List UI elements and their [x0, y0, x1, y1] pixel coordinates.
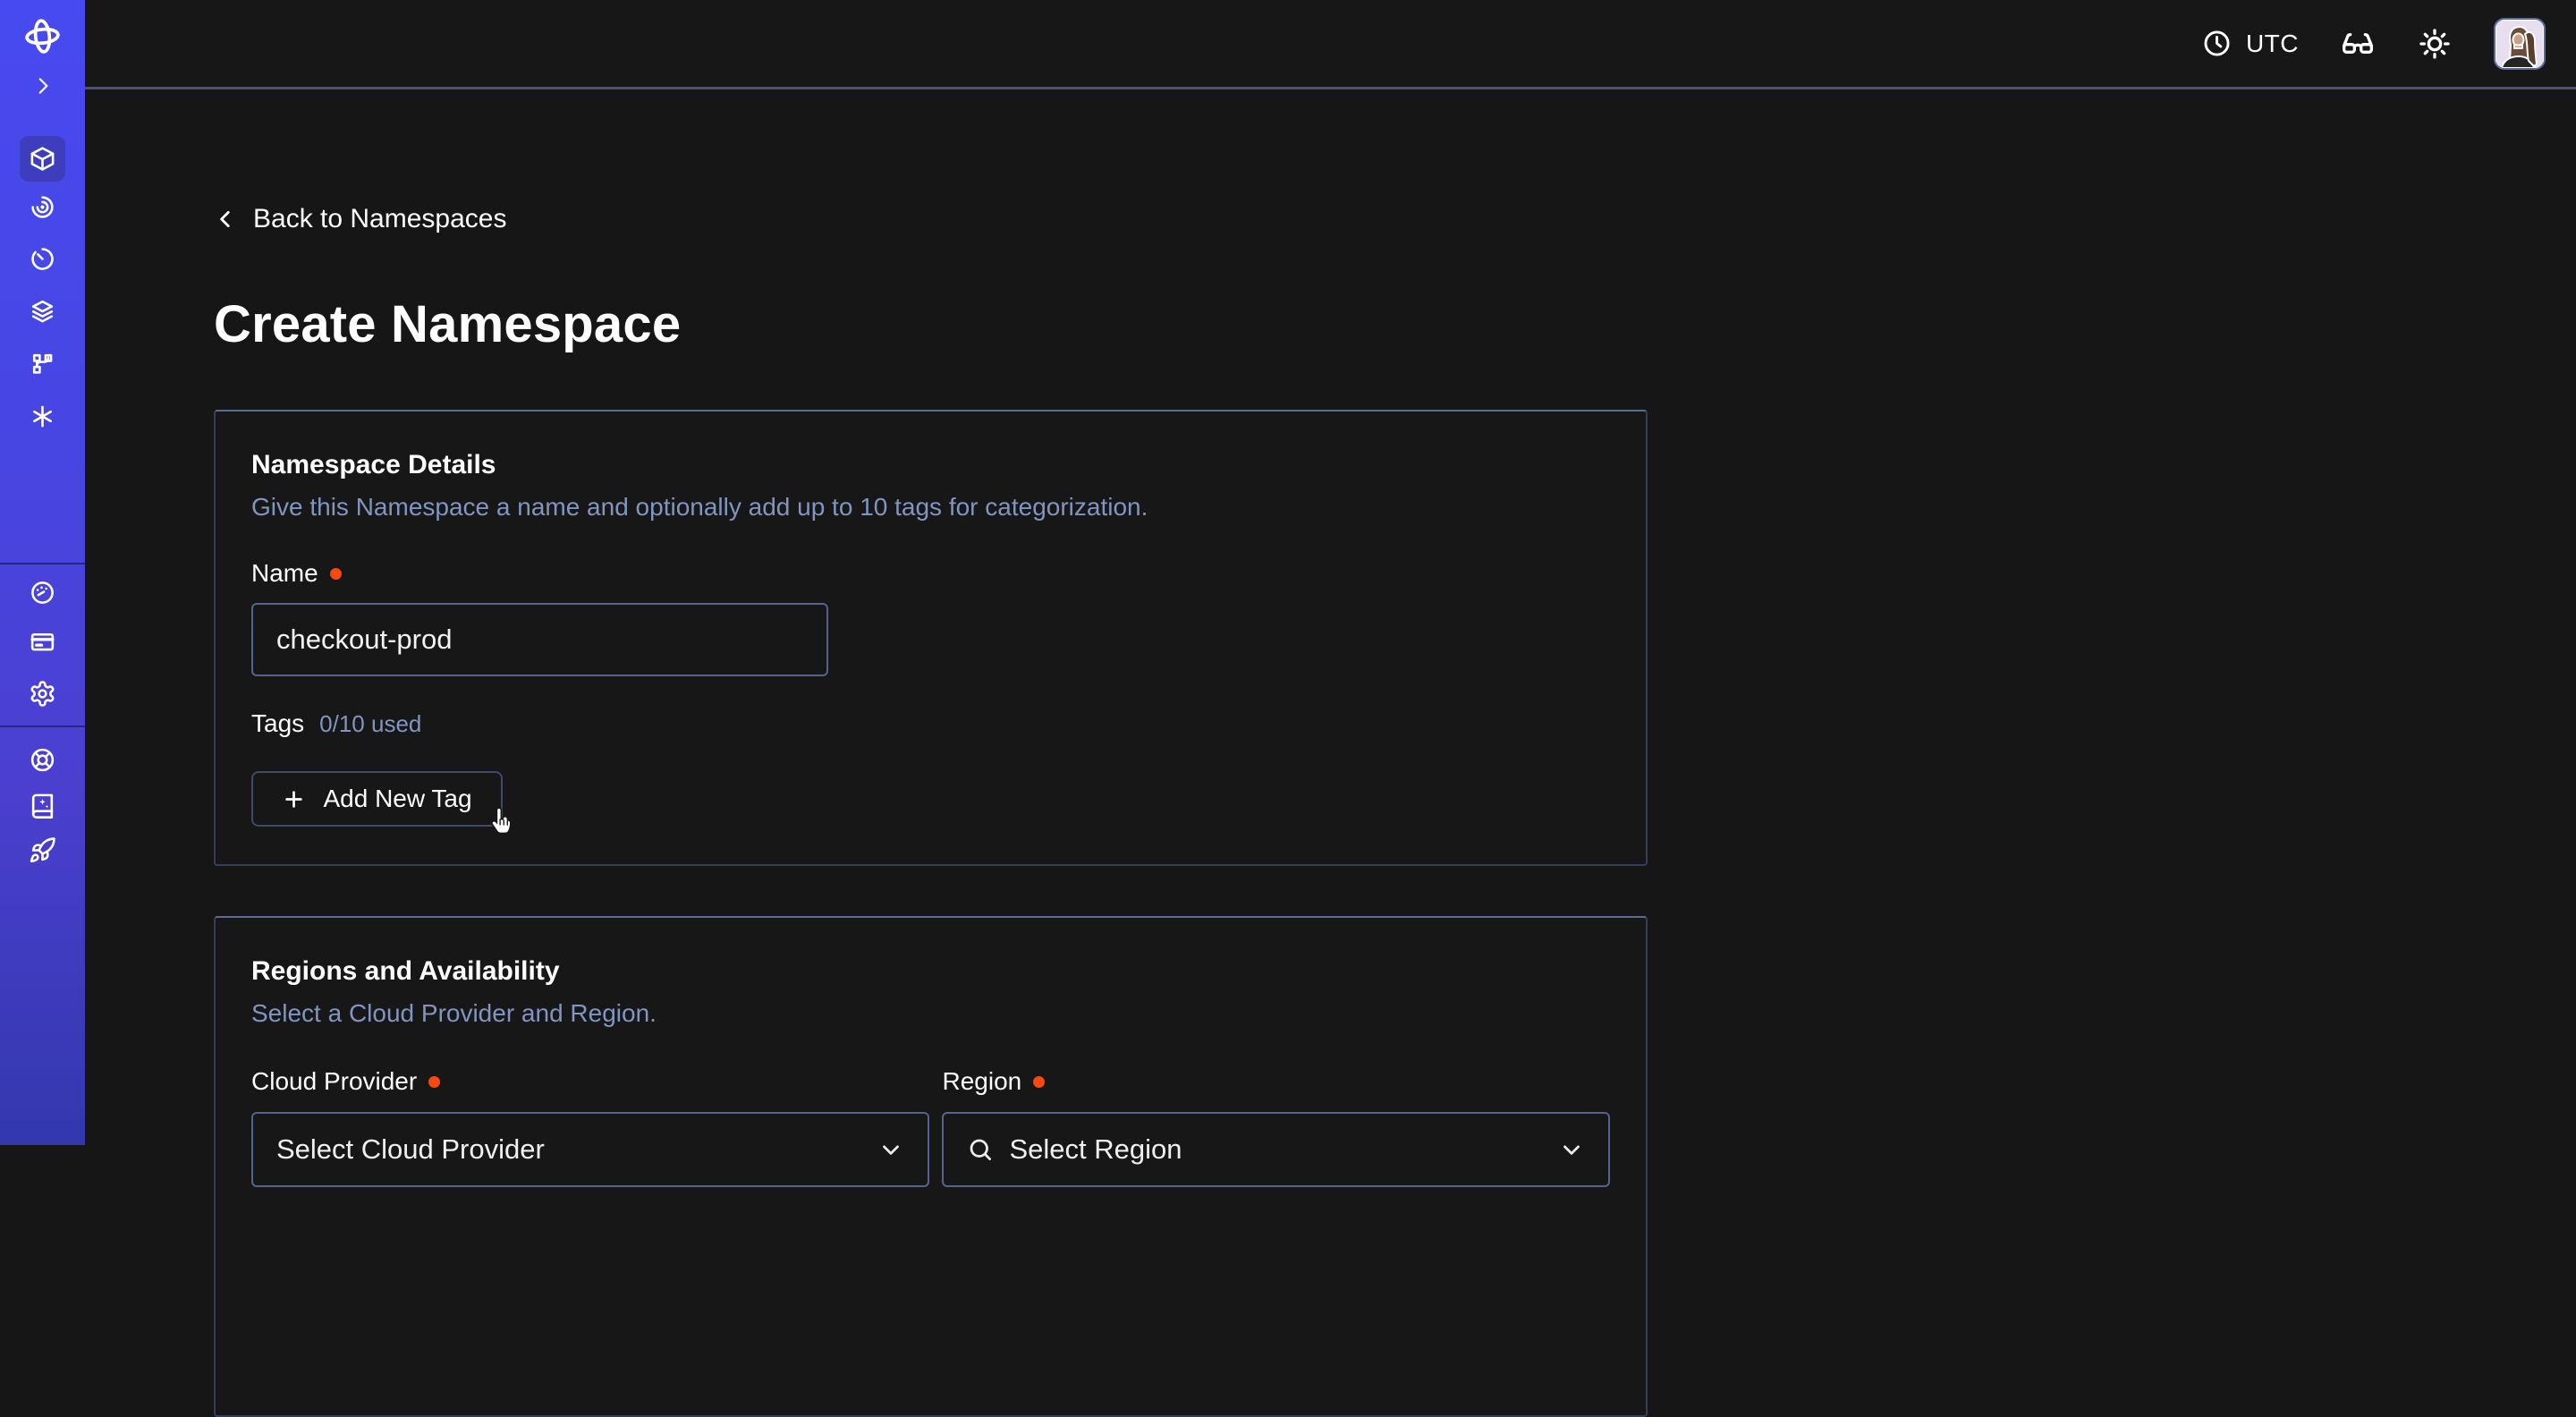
- region-select[interactable]: Select Region: [942, 1112, 1610, 1187]
- settings-gear-icon: [29, 680, 56, 708]
- sidebar-item-settings[interactable]: [0, 670, 85, 717]
- cloud-provider-label-row: Cloud Provider: [251, 1066, 929, 1097]
- temporal-logo-icon: [22, 16, 63, 56]
- card-title: Regions and Availability: [251, 955, 1610, 988]
- cloud-provider-select[interactable]: Select Cloud Provider: [251, 1112, 929, 1187]
- add-new-tag-label: Add New Tag: [323, 785, 471, 813]
- chevron-down-icon: [877, 1136, 904, 1163]
- required-dot: [428, 1076, 440, 1088]
- search-icon: [967, 1136, 994, 1163]
- sidebar-item-namespaces[interactable]: [20, 136, 65, 182]
- timezone-selector[interactable]: UTC: [2201, 28, 2299, 59]
- tags-label: Tags: [251, 708, 304, 739]
- billing-card-icon: [29, 628, 56, 656]
- usage-gauge-icon: [29, 579, 56, 607]
- name-field-label-row: Name: [251, 558, 1610, 589]
- tags-counter: 0/10 used: [319, 710, 421, 738]
- name-field-label: Name: [251, 558, 318, 589]
- regions-availability-card: Regions and Availability Select a Cloud …: [214, 916, 1648, 1417]
- chevron-right-icon: [31, 74, 55, 98]
- accessibility-toggle[interactable]: [2340, 26, 2376, 62]
- layers-icon: [29, 298, 56, 326]
- topbar: UTC: [85, 0, 2576, 89]
- cloud-provider-field: Cloud Provider Select Cloud Provider: [251, 1066, 929, 1187]
- sidebar-divider: [0, 725, 85, 727]
- sidebar-item-monitoring[interactable]: [0, 183, 85, 230]
- chevron-down-icon: [1558, 1136, 1585, 1163]
- plus-icon: [282, 787, 306, 811]
- sidebar-item-billing[interactable]: [0, 618, 85, 665]
- sidebar-divider: [0, 563, 85, 564]
- user-avatar[interactable]: [2494, 18, 2546, 70]
- namespace-name-input[interactable]: [251, 603, 828, 676]
- support-lifebuoy-icon: [29, 746, 56, 774]
- app-sidebar: [0, 0, 85, 1145]
- sidebar-item-deployments[interactable]: [0, 288, 85, 335]
- region-placeholder: Select Region: [1009, 1133, 1182, 1166]
- sidebar-item-usage[interactable]: [0, 569, 85, 615]
- region-field: Region Select Region: [942, 1066, 1610, 1187]
- sidebar-item-support[interactable]: [0, 736, 85, 783]
- back-to-namespaces-link[interactable]: Back to Namespaces: [214, 204, 506, 234]
- namespaces-cube-icon: [29, 145, 56, 173]
- timezone-label: UTC: [2246, 30, 2299, 58]
- temporal-logo[interactable]: [0, 13, 85, 59]
- sidebar-item-schedules[interactable]: [0, 235, 85, 282]
- region-label-row: Region: [942, 1066, 1610, 1097]
- chevron-left-icon: [214, 208, 237, 231]
- sidebar-item-nexus[interactable]: [0, 393, 85, 439]
- required-dot: [330, 568, 342, 580]
- schedules-timer-icon: [29, 245, 56, 273]
- card-title: Namespace Details: [251, 449, 1610, 481]
- back-link-label: Back to Namespaces: [253, 204, 506, 234]
- theme-toggle[interactable]: [2417, 26, 2453, 62]
- create-namespace-page: Back to Namespaces Create Namespace Name…: [214, 0, 1648, 1417]
- monitoring-spiral-icon: [29, 193, 56, 221]
- clock-icon: [2201, 28, 2233, 59]
- docs-book-icon: [29, 792, 56, 819]
- region-label: Region: [942, 1066, 1021, 1097]
- workflow-branch-icon: [29, 350, 56, 378]
- sidebar-item-getting-started[interactable]: [0, 827, 85, 873]
- avatar-image: [2496, 20, 2544, 68]
- sun-icon: [2417, 26, 2453, 62]
- add-new-tag-button[interactable]: Add New Tag: [251, 771, 503, 827]
- cloud-provider-label: Cloud Provider: [251, 1066, 417, 1097]
- provider-region-grid: Cloud Provider Select Cloud Provider Reg…: [251, 1066, 1610, 1187]
- nexus-asterisk-icon: [29, 403, 56, 430]
- card-subtitle: Give this Namespace a name and optionall…: [251, 491, 1610, 522]
- required-dot: [1033, 1076, 1045, 1088]
- sidebar-item-docs[interactable]: [0, 782, 85, 828]
- getting-started-rocket-icon: [29, 836, 56, 864]
- sidebar-item-workflows[interactable]: [0, 340, 85, 386]
- cloud-provider-placeholder: Select Cloud Provider: [276, 1133, 545, 1166]
- glasses-icon: [2340, 26, 2376, 62]
- namespace-details-card: Namespace Details Give this Namespace a …: [214, 410, 1648, 866]
- sidebar-expand-toggle[interactable]: [0, 63, 85, 109]
- card-subtitle: Select a Cloud Provider and Region.: [251, 997, 1610, 1029]
- page-title: Create Namespace: [214, 296, 1648, 353]
- tags-label-row: Tags 0/10 used: [251, 708, 1610, 739]
